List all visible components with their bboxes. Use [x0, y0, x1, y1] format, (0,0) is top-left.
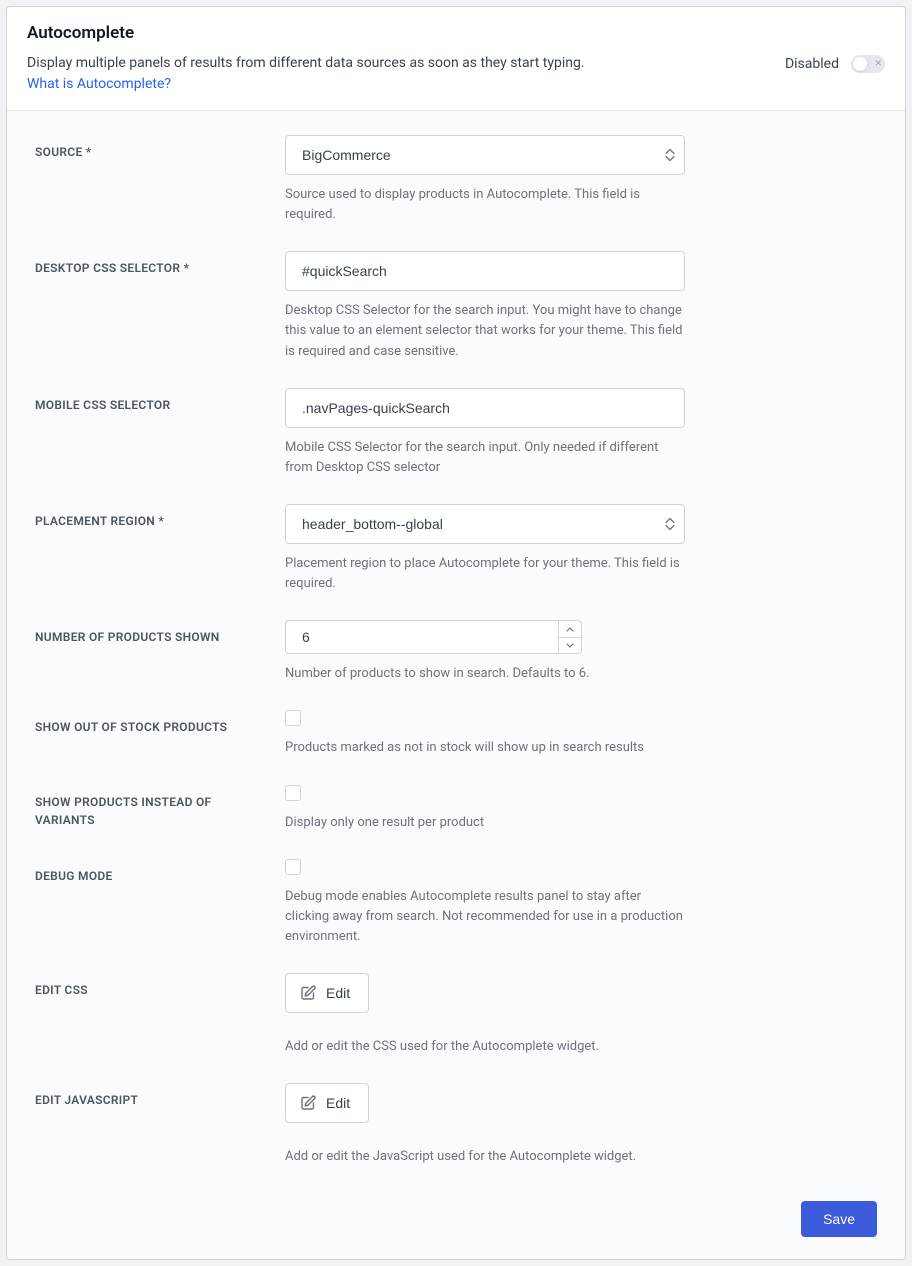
debug-row: DEBUG MODE Debug mode enables Autocomple… — [35, 859, 877, 947]
debug-label: DEBUG MODE — [35, 867, 265, 885]
panel-header: Autocomplete Display multiple panels of … — [7, 7, 905, 111]
edit-css-button-label: Edit — [326, 985, 350, 1001]
desktop-css-help: Desktop CSS Selector for the search inpu… — [285, 301, 685, 361]
out-of-stock-label: SHOW OUT OF STOCK PRODUCTS — [35, 718, 265, 736]
desktop-css-row: DESKTOP CSS SELECTOR * Desktop CSS Selec… — [35, 251, 877, 361]
edit-js-help: Add or edit the JavaScript used for the … — [285, 1147, 685, 1167]
edit-css-row: EDIT CSS Edit Add or edit the CSS used f… — [35, 973, 877, 1057]
edit-css-help: Add or edit the CSS used for the Autocom… — [285, 1037, 685, 1057]
edit-icon — [300, 985, 316, 1001]
variants-help: Display only one result per product — [285, 813, 685, 833]
edit-js-row: EDIT JAVASCRIPT Edit Add or edit the Jav… — [35, 1083, 877, 1167]
edit-css-label: EDIT CSS — [35, 981, 265, 999]
edit-js-button[interactable]: Edit — [285, 1083, 369, 1123]
out-of-stock-checkbox[interactable] — [285, 710, 301, 726]
panel-title: Autocomplete — [27, 23, 785, 43]
settings-panel: Autocomplete Display multiple panels of … — [6, 6, 906, 1260]
num-products-help: Number of products to show in search. De… — [285, 664, 685, 684]
source-select[interactable] — [285, 135, 685, 175]
desktop-css-label: DESKTOP CSS SELECTOR * — [35, 259, 265, 277]
desktop-css-input[interactable] — [285, 251, 685, 291]
enable-toggle[interactable]: ✕ — [851, 55, 885, 73]
mobile-css-row: MOBILE CSS SELECTOR Mobile CSS Selector … — [35, 388, 877, 478]
toggle-status-label: Disabled — [785, 56, 839, 72]
debug-help: Debug mode enables Autocomplete results … — [285, 887, 685, 947]
form-footer: Save — [35, 1193, 877, 1237]
edit-js-label: EDIT JAVASCRIPT — [35, 1091, 265, 1109]
number-increment-button[interactable] — [558, 620, 582, 637]
debug-checkbox[interactable] — [285, 859, 301, 875]
mobile-css-input[interactable] — [285, 388, 685, 428]
edit-icon — [300, 1095, 316, 1111]
placement-row: PLACEMENT REGION * Placement region to p… — [35, 504, 877, 594]
placement-select[interactable] — [285, 504, 685, 544]
mobile-css-label: MOBILE CSS SELECTOR — [35, 396, 265, 414]
num-products-label: NUMBER OF PRODUCTS SHOWN — [35, 628, 265, 646]
number-decrement-button[interactable] — [558, 637, 582, 655]
placement-label: PLACEMENT REGION * — [35, 512, 265, 530]
mobile-css-help: Mobile CSS Selector for the search input… — [285, 438, 685, 478]
save-button[interactable]: Save — [801, 1201, 877, 1237]
out-of-stock-row: SHOW OUT OF STOCK PRODUCTS Products mark… — [35, 710, 877, 758]
placement-help: Placement region to place Autocomplete f… — [285, 554, 685, 594]
num-products-row: NUMBER OF PRODUCTS SHOWN Number of produ… — [35, 620, 877, 684]
source-help: Source used to display products in Autoc… — [285, 185, 685, 225]
close-icon: ✕ — [874, 60, 882, 69]
edit-css-button[interactable]: Edit — [285, 973, 369, 1013]
variants-row: SHOW PRODUCTS INSTEAD OF VARIANTS Displa… — [35, 785, 877, 833]
variants-checkbox[interactable] — [285, 785, 301, 801]
toggle-thumb — [853, 57, 867, 71]
variants-label: SHOW PRODUCTS INSTEAD OF VARIANTS — [35, 793, 265, 829]
num-products-input[interactable] — [285, 620, 558, 654]
out-of-stock-help: Products marked as not in stock will sho… — [285, 738, 685, 758]
form-body: SOURCE * Source used to display products… — [7, 111, 905, 1259]
edit-js-button-label: Edit — [326, 1095, 350, 1111]
what-is-link[interactable]: What is Autocomplete? — [27, 76, 171, 92]
source-row: SOURCE * Source used to display products… — [35, 135, 877, 225]
source-label: SOURCE * — [35, 143, 265, 161]
panel-description: Display multiple panels of results from … — [27, 53, 785, 74]
